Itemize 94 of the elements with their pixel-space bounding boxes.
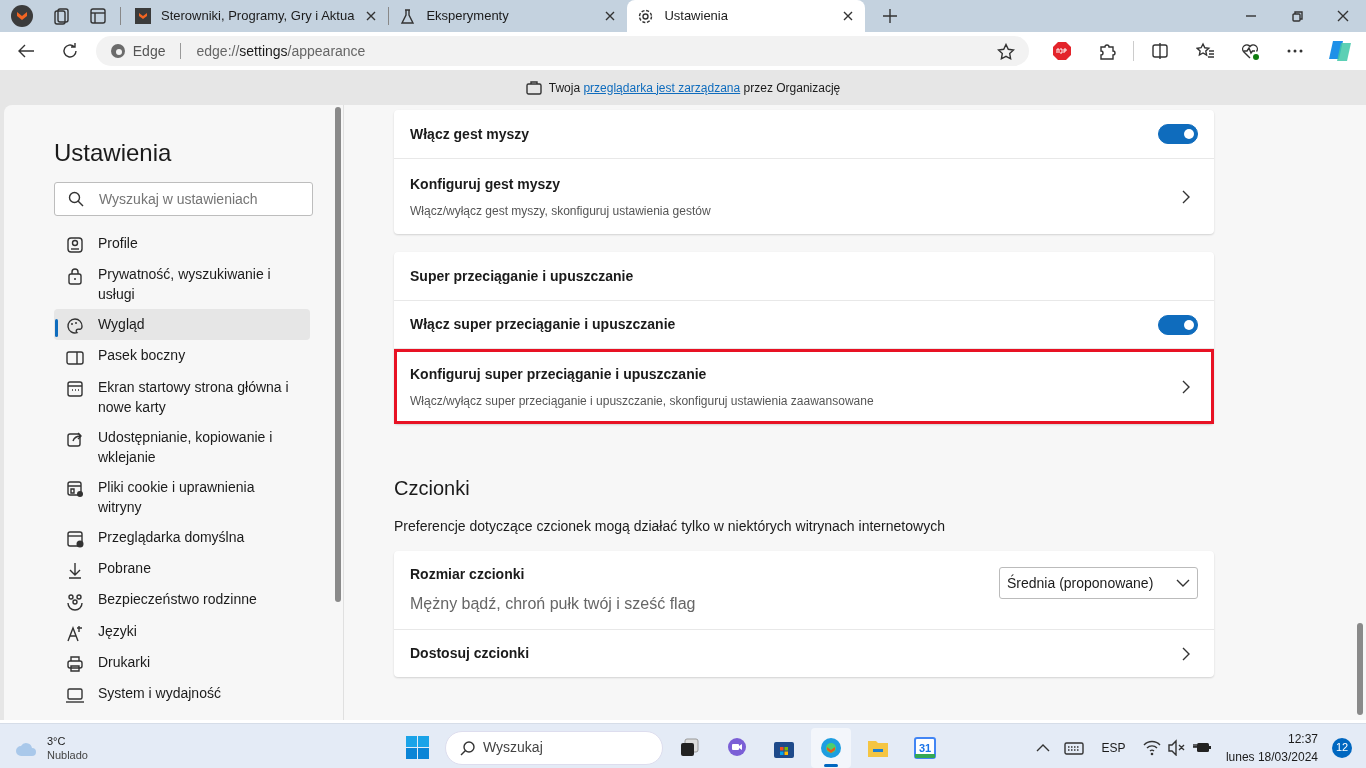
sidebar-item-icon	[66, 623, 84, 642]
gear-icon	[637, 7, 655, 25]
chevron-right-icon	[1181, 647, 1191, 662]
star-list-icon	[1195, 42, 1215, 60]
setting-description: Włącz/wyłącz super przeciąganie i upuszczanie, skonfiguruj ustawienia zaawansowane	[410, 392, 874, 410]
search-icon	[68, 190, 84, 207]
keyboard-icon	[1063, 740, 1084, 756]
browser-tab[interactable]: Sterowniki, Programy, Gry i Aktua	[125, 0, 389, 32]
setting-title: Konfiguruj super przeciąganie i upuszczanie	[410, 364, 708, 384]
sidebar-item[interactable]: Pobrane	[54, 553, 310, 585]
calendar-icon: 31	[914, 736, 936, 759]
close-icon	[1337, 10, 1349, 22]
sidebar-item-icon	[66, 655, 84, 674]
sidebar-item-icon	[66, 430, 84, 448]
windows-logo-icon	[406, 736, 430, 759]
weather-condition: Nublado	[47, 747, 88, 762]
sidebar-item[interactable]: Pasek boczny	[54, 340, 310, 372]
managed-browser-notice: Twoja przeglądarka jest zarządzana przez Organizację	[548, 79, 841, 97]
toggle-switch[interactable]	[1158, 124, 1198, 144]
font-sample-text: Mężny bądź, chroń pułk twój i sześć flag	[410, 594, 696, 614]
more-icon	[1286, 47, 1304, 55]
sidebar-item-icon	[66, 317, 84, 336]
weather-widget[interactable]: 3°C Nublado	[14, 733, 88, 762]
chevron-up-icon	[1035, 743, 1050, 754]
vertical-tabs-icon	[89, 7, 107, 25]
restore-icon	[1291, 10, 1303, 22]
section-description: Preferencje dotyczące czcionek mogą działać tylko w niektórych witrynach internetowych	[394, 517, 946, 536]
search-icon	[460, 739, 476, 756]
sidebar-item[interactable]: Prywatność, wyszukiwanie i usługi	[54, 259, 310, 310]
plus-icon	[882, 8, 899, 24]
taskbar-search-field[interactable]: Wyszukaj	[445, 730, 663, 765]
sidebar-item[interactable]: Udostępnianie, kopiowanie i wklejanie	[54, 421, 310, 472]
heart-pulse-icon	[1240, 41, 1260, 61]
flask-icon	[399, 7, 417, 25]
url-text: edge://settings/appearance	[196, 41, 366, 61]
sidebar-item[interactable]: System i wydajność	[54, 678, 310, 710]
setting-title: Konfiguruj gest myszy	[410, 174, 562, 194]
sidebar-item-icon	[66, 686, 84, 705]
briefcase-icon	[525, 79, 542, 96]
sidebar-item-icon	[66, 530, 84, 548]
font-size-dropdown[interactable]: Średnia (proponowane)	[999, 567, 1198, 599]
chevron-down-icon	[1176, 578, 1190, 588]
setting-title: Włącz gest myszy	[410, 124, 530, 144]
sidebar-item[interactable]: Wygląd	[54, 309, 310, 341]
refresh-icon	[61, 42, 80, 60]
sidebar-item-icon	[66, 561, 84, 580]
back-arrow-icon	[16, 42, 35, 60]
sidebar-item[interactable]: Drukarki	[54, 646, 310, 679]
section-title: Super przeciąganie i upuszczanie	[410, 266, 634, 286]
copilot-logo-icon	[1328, 39, 1352, 63]
puzzle-icon	[1098, 42, 1116, 60]
clock[interactable]: 12:37 lunes 18/03/2024	[1225, 729, 1318, 766]
sidebar-item[interactable]: Ekran startowy strona główna i nowe karty	[54, 371, 310, 422]
sidebar-item-icon	[66, 267, 84, 286]
sidebar-item-icon	[66, 592, 84, 611]
search-field[interactable]: Wyszukaj w ustawieniach	[54, 181, 313, 216]
split-screen-icon	[1151, 42, 1169, 60]
sidebar-item[interactable]: Profile	[54, 227, 310, 260]
sidebar-item[interactable]: Języki	[54, 615, 310, 647]
site-label: Edge	[132, 41, 166, 61]
sidebar-item-icon	[66, 348, 84, 367]
weather-temperature: 3°C	[47, 733, 67, 748]
setting-title: Dostosuj czcionki	[410, 644, 530, 663]
workspaces-icon	[53, 7, 71, 25]
settings-title: Ustawienia	[53, 138, 173, 168]
sidebar-item[interactable]: Bezpieczeństwo rodzinne	[54, 584, 310, 616]
sidebar-item-icon	[66, 480, 84, 498]
input-language[interactable]: ESP	[1101, 738, 1126, 757]
muted-speaker-icon	[1167, 739, 1185, 756]
toggle-switch[interactable]	[1158, 314, 1198, 335]
chevron-right-icon	[1181, 380, 1191, 395]
address-bar[interactable]: Edge edge://settings/appearance	[95, 36, 1029, 66]
stop-sign-icon	[1052, 41, 1072, 61]
wifi-icon	[1142, 739, 1161, 756]
browser-tab[interactable]: Ustawienia	[627, 0, 866, 32]
section-heading: Czcionki	[394, 476, 471, 500]
setting-description: Włącz/wyłącz gest myszy, skonfiguruj ustawienia gestów	[410, 202, 711, 220]
chevron-right-icon	[1181, 190, 1191, 205]
setting-title: Włącz super przeciąganie i upuszczanie	[410, 315, 676, 334]
scrollbar-thumb[interactable]	[335, 107, 341, 602]
chat-icon	[726, 736, 748, 759]
sidebar-item-icon	[66, 380, 84, 398]
notification-count[interactable]: 12	[1332, 737, 1352, 758]
sidebar-item-icon	[66, 236, 84, 255]
browser-tab[interactable]: Eksperymenty	[389, 0, 628, 32]
setting-title: Rozmiar czcionki	[410, 565, 526, 584]
taskbar-app[interactable]: 31	[905, 727, 945, 768]
sidebar-item[interactable]: Przeglądarka domyślna	[54, 521, 310, 553]
task-view-icon	[680, 737, 700, 758]
system-tray-button[interactable]	[1142, 739, 1212, 756]
managed-browser-link[interactable]: przeglądarka jest zarządzana	[583, 80, 741, 95]
favorite-star-icon	[997, 42, 1015, 61]
sidebar-item[interactable]: Pliki cookie i uprawnienia witryny	[54, 471, 310, 522]
scrollbar-thumb[interactable]	[1357, 623, 1363, 715]
